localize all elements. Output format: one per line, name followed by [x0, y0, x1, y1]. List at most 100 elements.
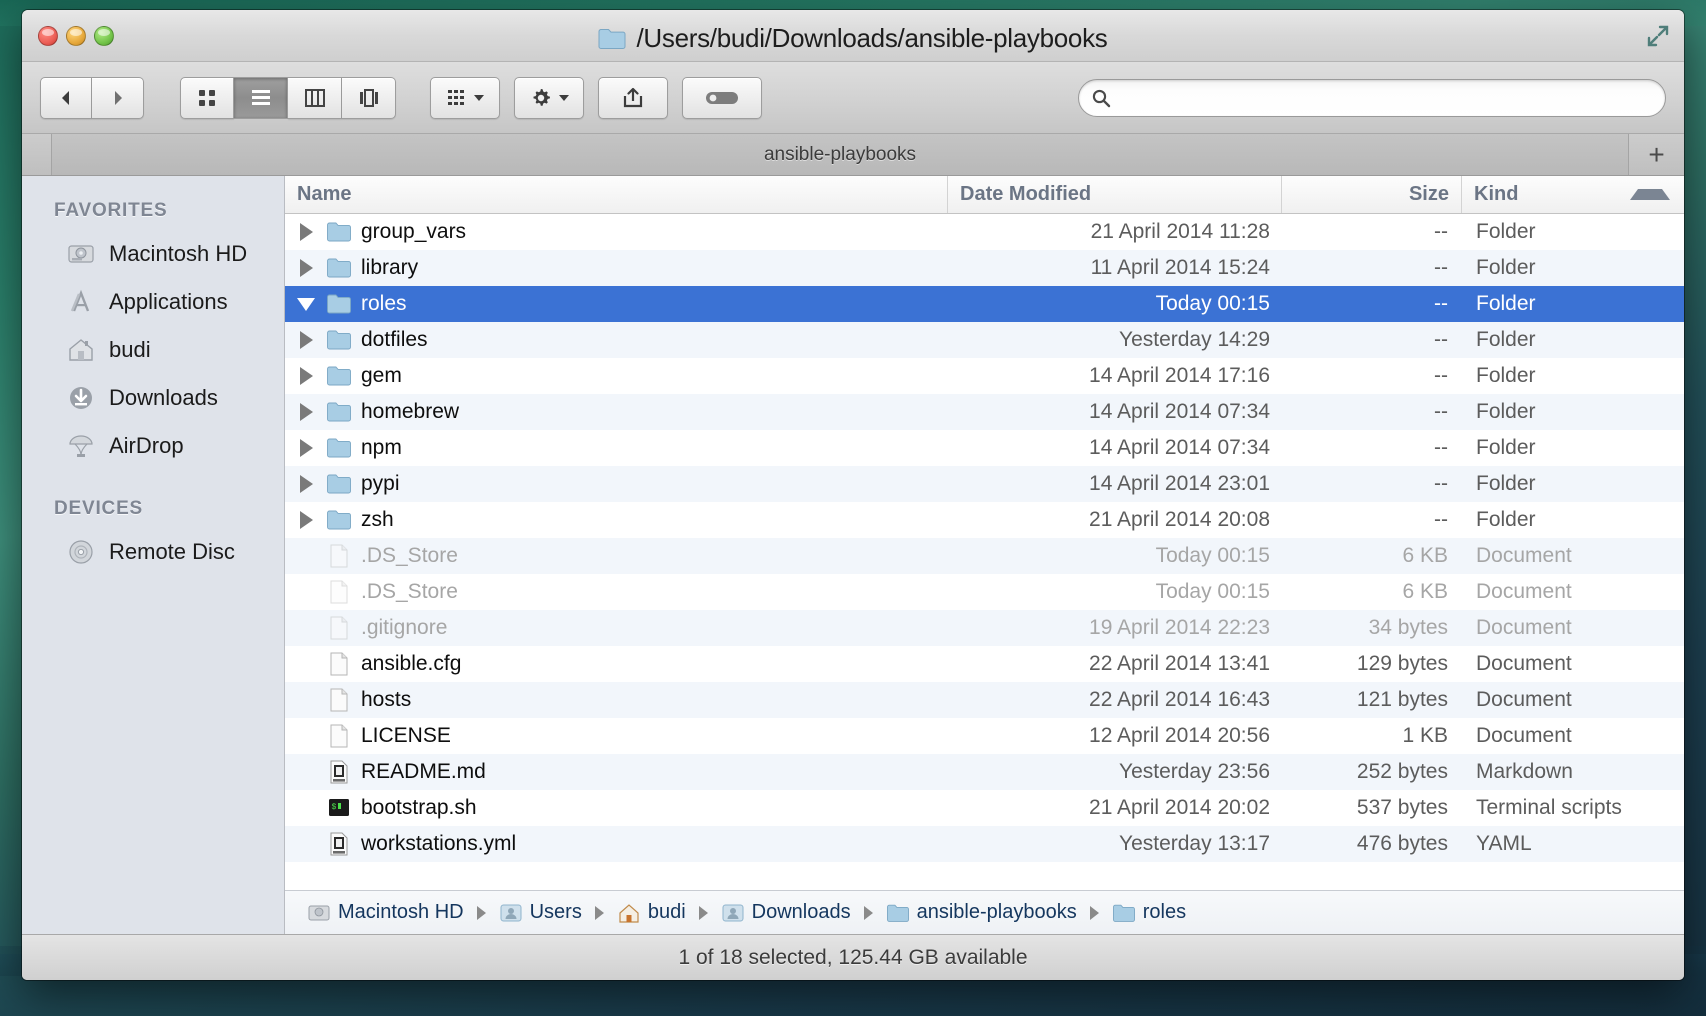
table-row[interactable]: pypi 14 April 2014 23:01 -- Folder — [285, 466, 1684, 502]
disclosure-triangle-closed-icon[interactable] — [295, 401, 317, 423]
file-name-cell: roles — [285, 291, 948, 317]
file-name-cell: dotfiles — [285, 327, 948, 353]
file-name-label: dotfiles — [361, 328, 428, 351]
file-kind-cell: YAML — [1476, 832, 1532, 855]
view-list-button[interactable] — [234, 76, 288, 119]
table-row[interactable]: .DS_Store Today 00:15 6 KB Document — [285, 538, 1684, 574]
disclosure-triangle-closed-icon[interactable] — [295, 509, 317, 531]
table-row[interactable]: ansible.cfg 22 April 2014 13:41 129 bytes D… — [285, 646, 1684, 682]
search-input[interactable] — [1119, 87, 1653, 108]
file-list-pane: Name Date Modified Size Kind group_vars 2… — [285, 176, 1684, 934]
disc-icon — [69, 540, 93, 564]
table-row[interactable]: workstations.yml Yesterday 13:17 476 bytes… — [285, 826, 1684, 862]
file-kind-cell: Folder — [1476, 292, 1536, 315]
table-row[interactable]: .gitignore 19 April 2014 22:23 34 bytes Doc… — [285, 610, 1684, 646]
status-bar: 1 of 18 selected, 125.44 GB available — [22, 934, 1684, 980]
file-name-cell: README.md — [285, 759, 948, 785]
tag-pill-icon — [706, 91, 738, 104]
disclosure-triangle-closed-icon[interactable] — [295, 329, 317, 351]
table-row[interactable]: $ bootstrap.sh 21 April 2014 20:02 537 byte… — [285, 790, 1684, 826]
folder-icon — [327, 510, 351, 530]
document-icon — [330, 652, 348, 676]
search-field[interactable] — [1078, 78, 1666, 117]
file-name-cell: gem — [285, 363, 948, 389]
column-header-size[interactable]: Size — [1282, 176, 1462, 213]
table-row[interactable]: gem 14 April 2014 17:16 -- Folder — [285, 358, 1684, 394]
file-name-label: LICENSE — [361, 724, 451, 747]
file-name-label: homebrew — [361, 400, 460, 423]
tag-button[interactable] — [682, 76, 762, 119]
disclosure-spacer — [295, 653, 317, 675]
column-header-date-modified[interactable]: Date Modified — [948, 176, 1282, 213]
fullscreen-icon[interactable] — [1646, 24, 1670, 48]
file-name-cell: pypi — [285, 471, 948, 497]
table-row[interactable]: roles Today 00:15 -- Folder — [285, 286, 1684, 322]
gear-icon — [533, 88, 550, 106]
file-name-cell: .gitignore — [285, 615, 948, 641]
breadcrumb-item[interactable]: ansible-playbooks — [886, 901, 1077, 924]
sidebar-item-applications[interactable]: Applications — [22, 278, 284, 326]
file-name-cell: homebrew — [285, 399, 948, 425]
folder-icon — [327, 222, 351, 242]
breadcrumb-item[interactable]: roles — [1112, 901, 1186, 924]
new-tab-button[interactable]: + — [1628, 134, 1684, 175]
disclosure-triangle-closed-icon[interactable] — [295, 221, 317, 243]
breadcrumb-item[interactable]: Downloads — [721, 901, 851, 924]
share-button[interactable] — [598, 76, 668, 119]
file-name-label: roles — [361, 292, 407, 315]
breadcrumb-label: Users — [529, 901, 582, 923]
sidebar-item-macintosh-hd[interactable]: Macintosh HD — [22, 230, 284, 278]
breadcrumb-chevron-icon — [594, 905, 604, 920]
arrange-button[interactable] — [430, 76, 500, 119]
sidebar-item-budi[interactable]: budi — [22, 326, 284, 374]
file-kind-cell: Markdown — [1476, 760, 1573, 783]
table-row[interactable]: hosts 22 April 2014 16:43 121 bytes Documen… — [285, 682, 1684, 718]
file-name-label: .gitignore — [361, 616, 448, 639]
file-date-cell: Yesterday 13:17 — [1118, 832, 1270, 855]
file-name-label: zsh — [361, 508, 394, 531]
file-size-cell: 252 bytes — [1356, 760, 1448, 783]
table-row[interactable]: LICENSE 12 April 2014 20:56 1 KB Document — [285, 718, 1684, 754]
table-row[interactable]: library 11 April 2014 15:24 -- Folder — [285, 250, 1684, 286]
file-date-cell: 22 April 2014 13:41 — [1089, 652, 1270, 675]
breadcrumb-chevron-icon — [1089, 905, 1099, 920]
disclosure-triangle-closed-icon[interactable] — [295, 437, 317, 459]
file-name-label: ansible.cfg — [361, 652, 462, 675]
yaml-icon — [330, 832, 348, 856]
disclosure-triangle-closed-icon[interactable] — [295, 473, 317, 495]
table-row[interactable]: README.md Yesterday 23:56 252 bytes Markdow… — [285, 754, 1684, 790]
table-row[interactable]: npm 14 April 2014 07:34 -- Folder — [285, 430, 1684, 466]
view-coverflow-button[interactable] — [342, 76, 396, 119]
back-button[interactable] — [40, 76, 92, 119]
action-button[interactable] — [514, 76, 584, 119]
sort-ascending-icon — [1630, 189, 1670, 200]
table-row[interactable]: group_vars 21 April 2014 11:28 -- Folder — [285, 214, 1684, 250]
home-icon — [619, 903, 639, 923]
folder-icon — [327, 438, 351, 458]
tab-ansible-playbooks[interactable]: ansible-playbooks — [52, 134, 1628, 175]
table-row[interactable]: homebrew 14 April 2014 07:34 -- Folder — [285, 394, 1684, 430]
table-row[interactable]: zsh 21 April 2014 20:08 -- Folder — [285, 502, 1684, 538]
breadcrumb-item[interactable]: budi — [617, 901, 686, 924]
disclosure-triangle-open-icon[interactable] — [295, 293, 317, 315]
disclosure-triangle-closed-icon[interactable] — [295, 365, 317, 387]
sidebar-item-label: Remote Disc — [109, 539, 235, 564]
view-icon-button[interactable] — [180, 76, 234, 119]
folder-icon — [327, 402, 351, 422]
file-size-cell: 1 KB — [1402, 724, 1448, 747]
disclosure-triangle-closed-icon[interactable] — [295, 257, 317, 279]
breadcrumb-item[interactable]: Macintosh HD — [307, 901, 464, 924]
table-row[interactable]: .DS_Store Today 00:15 6 KB Document — [285, 574, 1684, 610]
column-header-name[interactable]: Name — [285, 176, 948, 213]
share-icon — [623, 87, 643, 107]
sidebar-item-downloads[interactable]: Downloads — [22, 374, 284, 422]
sidebar-item-airdrop[interactable]: AirDrop — [22, 422, 284, 470]
forward-button[interactable] — [92, 76, 144, 119]
sidebar-item-remote-disc[interactable]: Remote Disc — [22, 528, 284, 576]
breadcrumb-item[interactable]: Users — [499, 901, 582, 924]
breadcrumb-chevron-icon — [863, 905, 873, 920]
file-kind-cell: Folder — [1476, 400, 1536, 423]
folder-icon — [327, 330, 351, 350]
view-column-button[interactable] — [288, 76, 342, 119]
table-row[interactable]: dotfiles Yesterday 14:29 -- Folder — [285, 322, 1684, 358]
